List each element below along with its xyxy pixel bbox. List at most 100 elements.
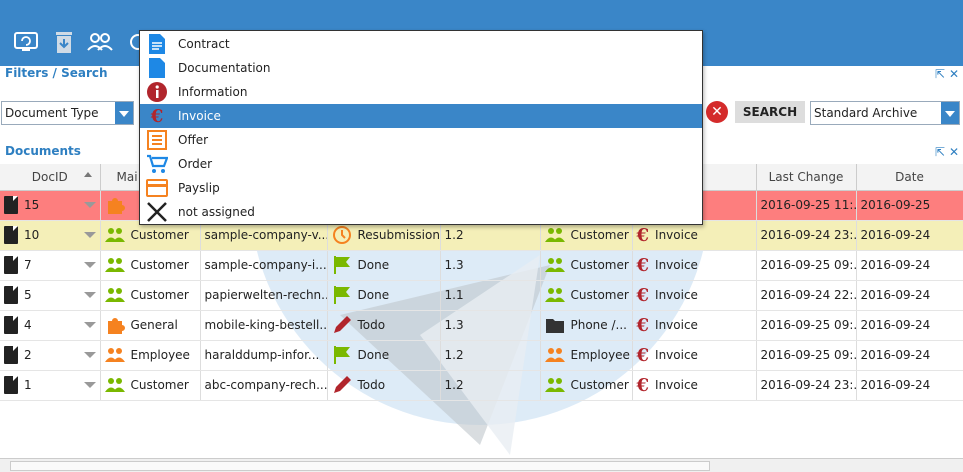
- trash-icon[interactable]: [50, 28, 78, 56]
- cell-partner: Customer: [540, 250, 633, 281]
- main-value: Customer: [130, 228, 189, 242]
- group-icon: [104, 225, 125, 245]
- partner-value: Customer: [570, 288, 629, 302]
- document-icon: [4, 286, 18, 304]
- column-header-date[interactable]: Date: [856, 164, 963, 191]
- table-row[interactable]: 7 Customer sample-company-i... Done 1.3 …: [0, 250, 963, 281]
- chevron-down-icon[interactable]: [115, 102, 133, 124]
- dropdown-option-invoice[interactable]: € Invoice: [140, 104, 702, 128]
- chevron-down-icon[interactable]: [83, 292, 96, 298]
- clear-filter-button[interactable]: ✕: [706, 101, 728, 123]
- docid-value: 5: [24, 288, 32, 302]
- filters-title: Filters / Search: [5, 66, 108, 80]
- documents-panel-controls: ⇱ ✕: [935, 145, 959, 159]
- euro-icon: €: [636, 344, 650, 366]
- dropdown-option-label: Invoice: [178, 109, 221, 123]
- sync-icon[interactable]: [12, 28, 40, 56]
- document-type-select[interactable]: Document Type: [1, 101, 134, 125]
- date-value: 2016-09-24: [860, 258, 931, 272]
- table-row[interactable]: 1 Customer abc-company-rech... Todo 1.2 …: [0, 370, 963, 401]
- dropdown-option-contract[interactable]: Contract: [140, 32, 702, 56]
- group-icon: [544, 225, 565, 245]
- users-icon[interactable]: [86, 28, 114, 56]
- dropdown-option-order[interactable]: Order: [140, 152, 702, 176]
- chevron-down-icon[interactable]: [83, 352, 96, 358]
- main-value: Employee: [130, 348, 190, 362]
- chevron-down-icon[interactable]: [83, 382, 96, 388]
- column-header-docid[interactable]: DocID: [0, 164, 101, 191]
- information-icon: [146, 81, 168, 103]
- last-change-value: 2016-09-24 23:...: [760, 228, 856, 242]
- group-icon: [104, 375, 125, 395]
- euro-icon: €: [636, 224, 650, 246]
- dropdown-option-documentation[interactable]: Documentation: [140, 56, 702, 80]
- status-value: Todo: [357, 378, 386, 392]
- date-value: 2016-09-25: [860, 198, 931, 212]
- dropdown-option-not-assigned[interactable]: not assigned: [140, 200, 702, 224]
- status-value: Resubmission: [357, 228, 440, 242]
- cell-type: € Invoice: [632, 310, 757, 341]
- cell-version: 1.1: [440, 280, 541, 311]
- documents-title: Documents: [5, 144, 81, 158]
- group-icon: [104, 285, 125, 305]
- top-bar: [0, 0, 963, 18]
- chevron-down-icon[interactable]: [83, 232, 96, 238]
- cell-partner: Customer: [540, 370, 633, 401]
- document-icon: [4, 196, 18, 214]
- group-icon: [104, 345, 125, 365]
- group-icon: [544, 255, 565, 275]
- archive-select[interactable]: Standard Archive: [810, 101, 960, 125]
- pencil-icon: [332, 375, 352, 395]
- cell-version: 1.2: [440, 340, 541, 371]
- chevron-down-icon[interactable]: [83, 322, 96, 328]
- version-value: 1.1: [444, 288, 464, 302]
- pencil-icon: [332, 315, 352, 335]
- document-icon: [4, 376, 18, 394]
- table-row[interactable]: 4 General mobile-king-bestell... Todo 1.…: [0, 310, 963, 341]
- dropdown-option-payslip[interactable]: Payslip: [140, 176, 702, 200]
- chevron-down-icon[interactable]: [83, 202, 96, 208]
- search-button[interactable]: SEARCH: [735, 101, 805, 123]
- partner-value: Customer: [570, 258, 629, 272]
- docid-value: 2: [24, 348, 32, 362]
- file-value: abc-company-rech...: [204, 378, 327, 392]
- dropdown-option-information[interactable]: Information: [140, 80, 702, 104]
- flag-icon: [332, 255, 352, 275]
- cell-type: € Invoice: [632, 370, 757, 401]
- file-value: haralddump-infor...: [204, 348, 320, 362]
- file-value: mobile-king-bestell...: [204, 318, 327, 332]
- cell-last-change: 2016-09-25 09:...: [756, 340, 857, 371]
- horizontal-scrollbar[interactable]: [0, 458, 963, 472]
- cart-icon: [146, 153, 168, 175]
- cell-last-change: 2016-09-25 09:...: [756, 310, 857, 341]
- last-change-value: 2016-09-25 09:...: [760, 318, 856, 332]
- table-row[interactable]: 2 Employee haralddump-infor... Done 1.2 …: [0, 340, 963, 371]
- popout-icon[interactable]: ⇱: [935, 145, 945, 159]
- offer-icon: [146, 129, 168, 151]
- dropdown-option-label: Payslip: [178, 181, 220, 195]
- cell-main: Customer: [100, 280, 201, 311]
- euro-icon: €: [636, 314, 650, 336]
- date-value: 2016-09-24: [860, 378, 931, 392]
- table-row[interactable]: 5 Customer papierwelten-rechn... Done 1.…: [0, 280, 963, 311]
- group-icon: [104, 255, 125, 275]
- euro-icon: €: [636, 254, 650, 276]
- dropdown-option-label: not assigned: [178, 205, 255, 219]
- chevron-down-icon[interactable]: [83, 262, 96, 268]
- partner-value: Phone /...: [570, 318, 627, 332]
- popout-icon[interactable]: ⇱: [935, 67, 945, 81]
- cell-last-change: 2016-09-25 11:...: [756, 190, 857, 221]
- column-header-last-change[interactable]: Last Change: [756, 164, 857, 191]
- close-icon[interactable]: ✕: [949, 67, 959, 81]
- chevron-down-icon[interactable]: [941, 102, 959, 124]
- cell-date: 2016-09-24: [856, 340, 963, 371]
- cell-docid: 7: [0, 250, 101, 281]
- cell-version: 1.3: [440, 250, 541, 281]
- scroll-thumb[interactable]: [10, 461, 710, 471]
- dropdown-option-offer[interactable]: Offer: [140, 128, 702, 152]
- last-change-value: 2016-09-24 22:...: [760, 288, 856, 302]
- close-icon[interactable]: ✕: [949, 145, 959, 159]
- dropdown-option-label: Offer: [178, 133, 209, 147]
- document-icon: [4, 226, 18, 244]
- cell-date: 2016-09-24: [856, 280, 963, 311]
